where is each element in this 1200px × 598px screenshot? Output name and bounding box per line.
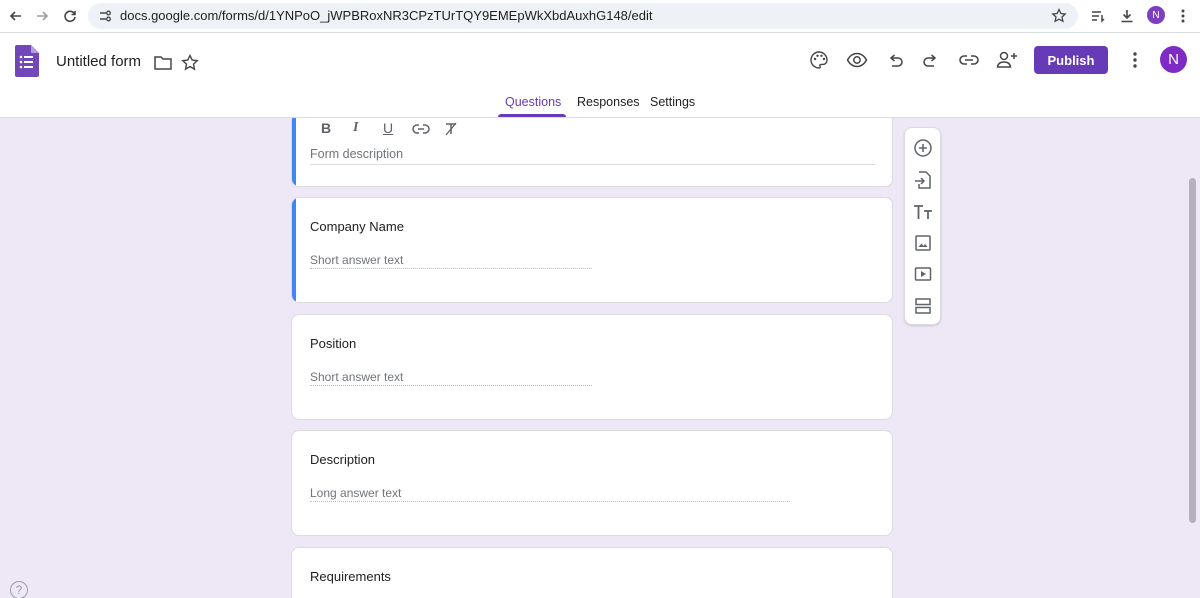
back-icon[interactable] <box>4 4 28 28</box>
bold-button[interactable]: B <box>321 120 331 136</box>
format-toolbar: B I U <box>321 120 461 140</box>
form-canvas: B I U Form description Company Name Shor… <box>0 118 1200 598</box>
question-title[interactable]: Company Name <box>310 219 404 234</box>
question-card[interactable]: Description Long answer text <box>291 430 893 536</box>
question-title[interactable]: Description <box>310 452 375 467</box>
question-title[interactable]: Position <box>310 336 356 351</box>
add-title-icon[interactable] <box>913 202 933 222</box>
forward-icon[interactable] <box>30 4 54 28</box>
star-icon[interactable] <box>178 51 202 75</box>
help-icon[interactable]: ? <box>10 581 28 598</box>
folder-icon[interactable] <box>151 51 175 75</box>
import-questions-icon[interactable] <box>913 170 933 190</box>
reload-icon[interactable] <box>58 4 82 28</box>
add-collaborator-icon[interactable] <box>995 48 1019 72</box>
browser-profile-avatar[interactable]: N <box>1147 6 1165 24</box>
account-avatar[interactable]: N <box>1160 46 1187 73</box>
tab-questions[interactable]: Questions <box>505 95 561 109</box>
long-answer-field: Long answer text <box>310 486 790 502</box>
browser-menu-icon[interactable] <box>1173 6 1193 26</box>
question-toolbar <box>904 127 941 325</box>
reading-list-icon[interactable] <box>1088 6 1108 26</box>
italic-button[interactable]: I <box>353 120 358 136</box>
question-card[interactable]: Position Short answer text <box>291 314 893 420</box>
underline-button[interactable]: U <box>383 120 393 136</box>
add-video-icon[interactable] <box>913 264 933 284</box>
url-text: docs.google.com/forms/d/1YNPoO_jWPBRoxNR… <box>120 8 653 23</box>
short-answer-field: Short answer text <box>310 370 592 386</box>
form-header-card[interactable]: B I U Form description <box>291 118 893 187</box>
insert-link-icon[interactable] <box>412 123 430 135</box>
link-icon[interactable] <box>957 48 981 72</box>
page-scrollbar[interactable] <box>1189 178 1196 523</box>
app-header: Untitled form Publish N Questions Respon… <box>0 33 1200 118</box>
bookmark-star-icon[interactable] <box>1050 7 1068 25</box>
palette-icon[interactable] <box>807 48 831 72</box>
site-info-icon[interactable] <box>97 8 113 24</box>
question-title[interactable]: Requirements <box>310 569 391 584</box>
question-card[interactable]: Company Name Short answer text <box>291 197 893 303</box>
form-description-field[interactable]: Form description <box>310 147 875 165</box>
browser-toolbar: docs.google.com/forms/d/1YNPoO_jWPBRoxNR… <box>0 0 1200 33</box>
active-tab-indicator <box>498 114 566 117</box>
preview-eye-icon[interactable] <box>845 48 869 72</box>
add-image-icon[interactable] <box>913 233 933 253</box>
tab-settings[interactable]: Settings <box>650 95 695 109</box>
address-bar[interactable]: docs.google.com/forms/d/1YNPoO_jWPBRoxNR… <box>88 3 1078 29</box>
add-section-icon[interactable] <box>913 296 933 316</box>
form-title[interactable]: Untitled form <box>56 53 141 70</box>
tab-responses[interactable]: Responses <box>577 95 640 109</box>
undo-icon[interactable] <box>883 48 907 72</box>
short-answer-field: Short answer text <box>310 253 592 269</box>
publish-button[interactable]: Publish <box>1034 46 1108 74</box>
more-options-icon[interactable] <box>1123 48 1147 72</box>
clear-formatting-icon[interactable] <box>443 121 459 137</box>
question-card[interactable]: Requirements <box>291 547 893 598</box>
download-icon[interactable] <box>1117 6 1137 26</box>
add-question-icon[interactable] <box>913 138 933 158</box>
google-forms-logo-icon[interactable] <box>15 45 39 77</box>
redo-icon[interactable] <box>919 48 943 72</box>
